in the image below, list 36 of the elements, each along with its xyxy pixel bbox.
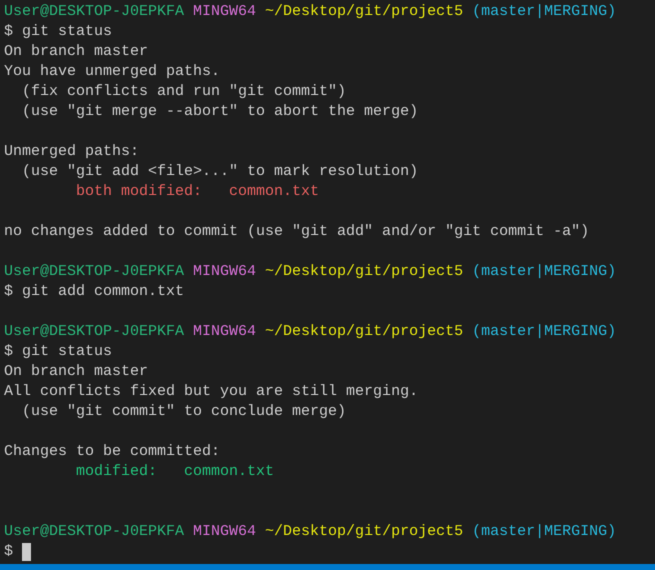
prompt-symbol: $ [4,342,14,362]
prompt-path: ~/Desktop/git/project5 [265,322,464,342]
output-text: Unmerged paths: [4,142,140,162]
prompt-path: ~/Desktop/git/project5 [265,2,464,22]
output-text: no changes added to commit (use "git add" and/or "git commit -a") [4,222,590,242]
output-text: (fix conflicts and run "git commit") [21,82,346,102]
file-status: modified: common.txt [76,462,274,482]
file-status: both modified: common.txt [76,182,320,202]
command-text: git status [22,342,112,362]
prompt-path: ~/Desktop/git/project5 [265,262,464,282]
prompt-user: User@DESKTOP-J0EPKFA [4,262,184,282]
prompt-system: MINGW64 [193,322,256,342]
prompt-branch: (master|MERGING) [472,2,616,22]
output-text: (use "git commit" to conclude merge) [21,402,346,422]
output-text: On branch master [4,42,148,62]
output-text: (use "git add <file>..." to mark resolution) [21,162,418,182]
prompt-symbol: $ [4,282,14,302]
prompt-branch: (master|MERGING) [472,322,616,342]
prompt-symbol: $ [4,542,14,562]
prompt-branch: (master|MERGING) [472,522,616,542]
prompt-system: MINGW64 [193,262,256,282]
output-text: All conflicts fixed but you are still merging. [4,382,418,402]
prompt-branch: (master|MERGING) [472,262,616,282]
prompt-system: MINGW64 [193,2,256,22]
command-text: git add common.txt [22,282,184,302]
command-text: git status [22,22,112,42]
prompt-user: User@DESKTOP-J0EPKFA [4,322,184,342]
prompt-system: MINGW64 [193,522,256,542]
prompt-user: User@DESKTOP-J0EPKFA [4,2,184,22]
output-text: On branch master [4,362,148,382]
prompt-path: ~/Desktop/git/project5 [265,522,464,542]
output-text: You have unmerged paths. [4,62,220,82]
output-text: Changes to be committed: [4,442,220,462]
output-text: (use "git merge --abort" to abort the merge) [21,102,418,122]
prompt-user: User@DESKTOP-J0EPKFA [4,522,184,542]
prompt-symbol: $ [4,22,14,42]
